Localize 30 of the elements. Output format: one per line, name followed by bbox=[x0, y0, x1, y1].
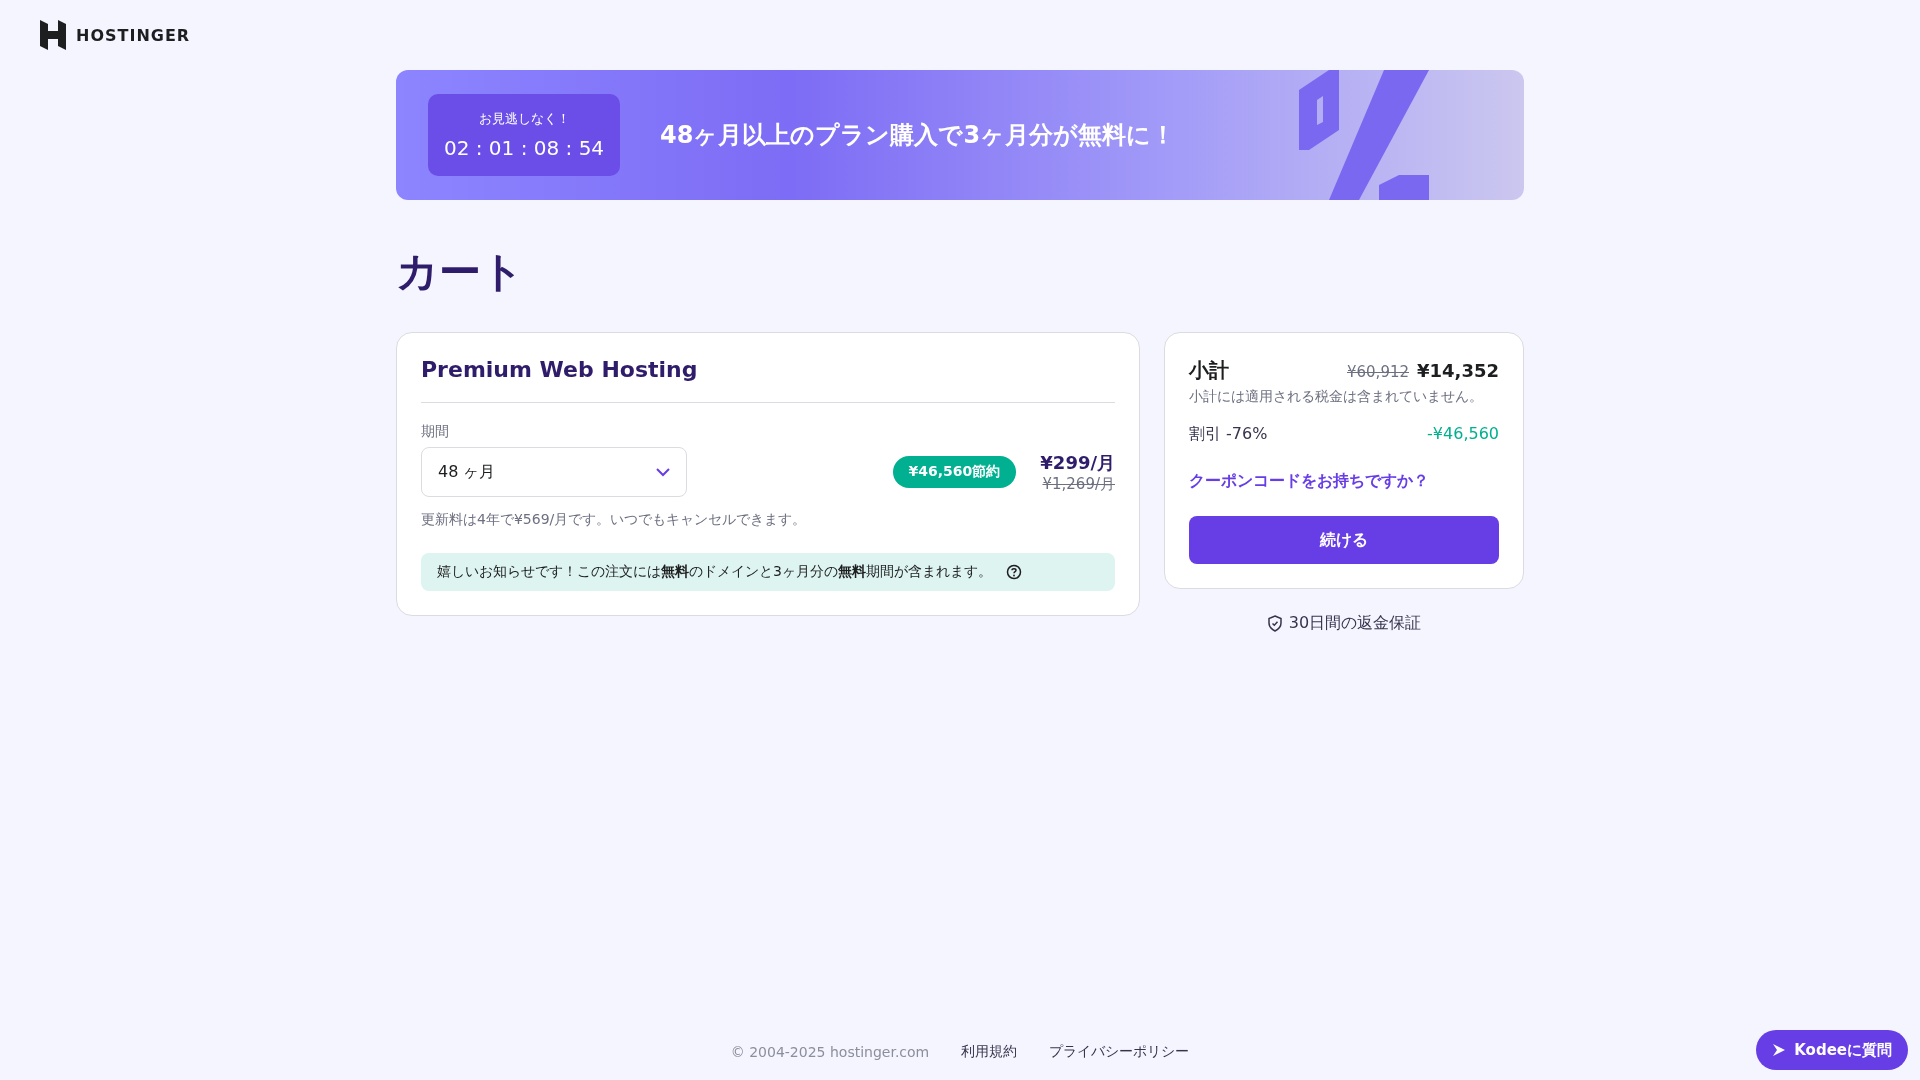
subtotal-title: 小計 bbox=[1189, 357, 1229, 384]
discount-label: 割引 -76% bbox=[1189, 424, 1268, 445]
copyright-text: © 2004-2025 hostinger.com bbox=[730, 1044, 930, 1060]
chat-button[interactable]: Kodeeに質問 bbox=[1756, 1030, 1908, 1070]
notice-text: 嬉しいお知らせです！この注文には無料のドメインと3ヶ月分の無料期間が含まれます。 bbox=[437, 563, 992, 581]
tax-note: 小計には適用される税金は含まれていません。 bbox=[1189, 388, 1484, 406]
countdown-caption: お見逃しなく！ bbox=[478, 110, 570, 128]
money-back-guarantee: 30日間の返金保証 bbox=[1288, 613, 1422, 634]
chevron-down-icon bbox=[656, 467, 670, 477]
help-icon[interactable] bbox=[1005, 564, 1022, 580]
logo-icon bbox=[40, 20, 66, 50]
renewal-note: 更新料は4年で¥569/月です。いつでもキャンセルできます。 bbox=[421, 511, 808, 529]
period-label: 期間 bbox=[421, 423, 450, 441]
promo-headline: 48ヶ月以上のプラン購入で3ヶ月分が無料に！ bbox=[660, 120, 1176, 151]
product-name: Premium Web Hosting bbox=[421, 357, 1115, 403]
page-title: カート bbox=[396, 246, 525, 298]
subtotal-amount: ¥14,352 bbox=[1417, 360, 1499, 381]
footer-link[interactable]: 利用規約 bbox=[961, 1043, 1018, 1061]
countdown-timer: 02 : 01 : 08 : 54 bbox=[443, 136, 605, 160]
shield-check-icon bbox=[1266, 615, 1283, 632]
brand-name: HOSTINGER bbox=[76, 25, 191, 45]
original-total: ¥60,912 bbox=[1347, 363, 1409, 381]
monthly-price: ¥299/月 bbox=[1040, 450, 1115, 475]
continue-button[interactable]: 続ける bbox=[1189, 516, 1499, 564]
original-price: ¥1,269/月 bbox=[1042, 474, 1115, 494]
coupon-link[interactable]: クーポンコードをお持ちですか？ bbox=[1189, 471, 1429, 492]
savings-badge: ¥46,560節約 bbox=[892, 456, 1017, 488]
discount-amount: -¥46,560 bbox=[1427, 424, 1499, 445]
period-select[interactable]: 48 ヶ月 bbox=[421, 447, 687, 497]
footer-link[interactable]: プライバシーポリシー bbox=[1049, 1043, 1190, 1061]
